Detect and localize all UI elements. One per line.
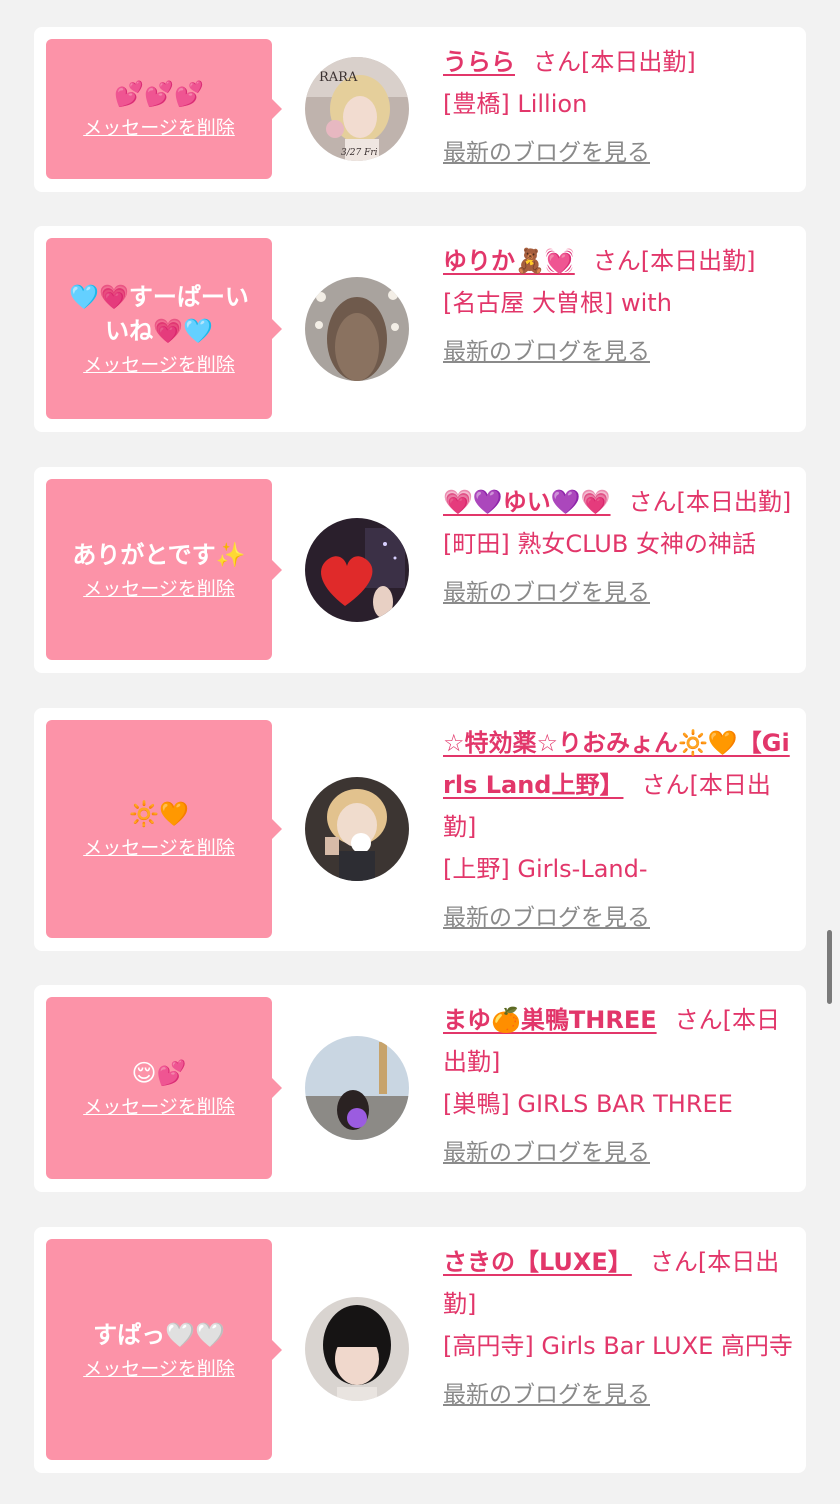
favorite-card: すぱっ🤍🤍 メッセージを削除 さきの【LUXE】 さん[本日出勤] [高円寺] G… — [34, 1227, 806, 1473]
message-text: 🔆🧡 — [129, 800, 189, 828]
blog-link[interactable]: 最新のブログを見る — [443, 577, 650, 609]
svg-text:RARA: RARA — [319, 70, 358, 85]
profile-info: うらら さん[本日出勤] [豊橋] Lillion 最新のブログを見る — [443, 41, 795, 173]
favorite-card: 🔆🧡 メッセージを削除 ☆特効薬☆りおみょん🔆🧡【Girls Land上野】 さん… — [34, 708, 806, 951]
profile-info: 💗💜ゆい💜💗 さん[本日出勤] [町田] 熟女CLUB 女神の神話 最新のブログを… — [443, 481, 795, 613]
status-text: さん[本日出勤] — [628, 488, 792, 516]
favorite-card: 😌💕 メッセージを削除 まゆ🍊巣鴨THREE さん[本日出勤] [巣鴨] GIRL… — [34, 985, 806, 1192]
delete-message-link[interactable]: メッセージを削除 — [83, 1356, 235, 1382]
profile-info: さきの【LUXE】 さん[本日出勤] [高円寺] Girls Bar LUXE 高… — [443, 1241, 795, 1415]
message-text: 😌💕 — [131, 1059, 187, 1087]
blog-link[interactable]: 最新のブログを見る — [443, 1137, 650, 1169]
profile-info: ゆりか🧸💓 さん[本日出勤] [名古屋 大曽根] with 最新のブログを見る — [443, 240, 795, 372]
delete-message-link[interactable]: メッセージを削除 — [83, 115, 235, 141]
avatar[interactable]: RARA 3/27 Fri — [305, 57, 409, 161]
blog-link[interactable]: 最新のブログを見る — [443, 336, 650, 368]
shop-text: [高円寺] Girls Bar LUXE 高円寺 — [443, 1332, 793, 1360]
shop-text: [町田] 熟女CLUB 女神の神話 — [443, 530, 756, 558]
message-bubble: 😌💕 メッセージを削除 — [46, 997, 282, 1179]
delete-message-link[interactable]: メッセージを削除 — [83, 835, 235, 861]
svg-text:3/27 Fri: 3/27 Fri — [341, 148, 378, 158]
blog-link[interactable]: 最新のブログを見る — [443, 1379, 650, 1411]
favorite-card: ありがとです✨ メッセージを削除 💗💜ゆい💜💗 さん[本日出勤] [町田] 熟女C… — [34, 467, 806, 673]
delete-message-link[interactable]: メッセージを削除 — [83, 576, 235, 602]
avatar[interactable] — [305, 1297, 409, 1401]
avatar[interactable] — [305, 1036, 409, 1140]
avatar-photo-icon — [305, 1036, 409, 1140]
profile-name-link[interactable]: ゆりか🧸💓 — [443, 247, 575, 275]
avatar-photo-icon — [305, 1297, 409, 1401]
profile-name-link[interactable]: うらら — [443, 48, 515, 76]
profile-name-link[interactable]: さきの【LUXE】 — [443, 1248, 632, 1276]
profile-info: ☆特効薬☆りおみょん🔆🧡【Girls Land上野】 さん[本日出勤] [上野] … — [443, 722, 795, 938]
profile-info: まゆ🍊巣鴨THREE さん[本日出勤] [巣鴨] GIRLS BAR THREE … — [443, 999, 795, 1173]
shop-text: [上野] Girls-Land- — [443, 855, 648, 883]
shop-text: [豊橋] Lillion — [443, 90, 588, 118]
message-bubble: 🩵💗すーぱーいいね💗🩵 メッセージを削除 — [46, 238, 282, 419]
avatar-photo-icon: RARA 3/27 Fri — [305, 57, 409, 161]
favorites-list: 💕💕💕 メッセージを削除 RARA 3/27 Fri うらら さん[本日出勤] [… — [0, 0, 840, 1504]
message-text: ありがとです✨ — [72, 540, 246, 569]
blog-link[interactable]: 最新のブログを見る — [443, 902, 650, 934]
scrollbar[interactable] — [827, 930, 832, 1004]
message-bubble: すぱっ🤍🤍 メッセージを削除 — [46, 1239, 282, 1460]
avatar[interactable] — [305, 777, 409, 881]
delete-message-link[interactable]: メッセージを削除 — [83, 1094, 235, 1120]
status-text: さん[本日出勤] — [533, 48, 696, 76]
avatar-photo-icon — [305, 277, 409, 381]
shop-text: [名古屋 大曽根] with — [443, 289, 672, 317]
message-text: 🩵💗すーぱーいいね💗🩵 — [69, 282, 249, 345]
avatar[interactable] — [305, 518, 409, 622]
status-text: さん[本日出勤] — [592, 247, 756, 275]
profile-name-link[interactable]: まゆ🍊巣鴨THREE — [443, 1006, 657, 1034]
message-text: すぱっ🤍🤍 — [93, 1320, 225, 1349]
profile-name-link[interactable]: 💗💜ゆい💜💗 — [443, 488, 611, 516]
message-bubble: ありがとです✨ メッセージを削除 — [46, 479, 282, 660]
favorite-card: 🩵💗すーぱーいいね💗🩵 メッセージを削除 ゆりか🧸💓 さん[本日出勤] [名古屋 … — [34, 226, 806, 432]
message-bubble: 🔆🧡 メッセージを削除 — [46, 720, 282, 938]
delete-message-link[interactable]: メッセージを削除 — [83, 352, 235, 378]
avatar-photo-icon — [305, 777, 409, 881]
message-text: 💕💕💕 — [114, 80, 204, 108]
favorite-card: 💕💕💕 メッセージを削除 RARA 3/27 Fri うらら さん[本日出勤] [… — [34, 27, 806, 192]
message-bubble: 💕💕💕 メッセージを削除 — [46, 39, 282, 179]
avatar[interactable] — [305, 277, 409, 381]
blog-link[interactable]: 最新のブログを見る — [443, 137, 650, 169]
shop-text: [巣鴨] GIRLS BAR THREE — [443, 1090, 733, 1118]
avatar-photo-icon — [305, 518, 409, 622]
